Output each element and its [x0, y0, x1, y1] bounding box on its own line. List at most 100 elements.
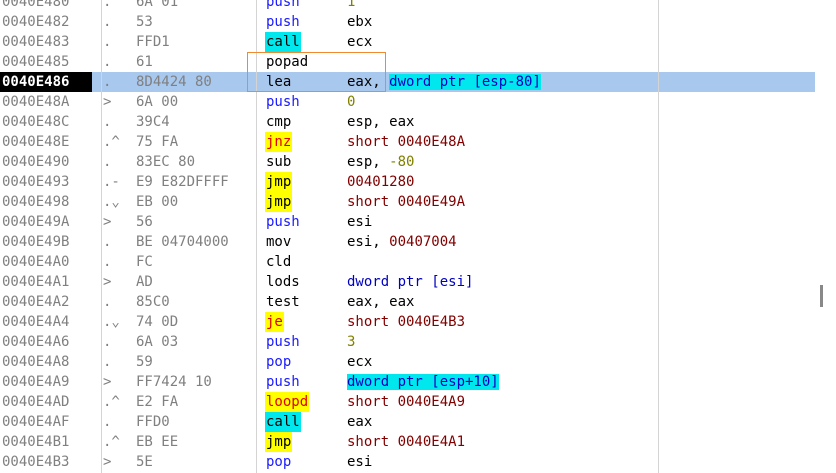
disassembly-listing[interactable]: 0040E480. 6A 01 push 1 0040E482. 53 push ebx 004… [0, 0, 815, 473]
address-cell: 0040E48A [2, 94, 70, 110]
jump-marker: .⌄ [103, 314, 120, 330]
operand-cell: short 0040E4A9 [346, 392, 466, 412]
column-divider [101, 0, 102, 473]
jump-marker: . [103, 354, 112, 370]
instruction-row[interactable]: 0040E490. 83EC 80 sub esp, -80 [0, 152, 815, 172]
instruction-row[interactable]: 0040E493 .- E9 E82DFFFF jmp 00401280 [0, 172, 815, 192]
instruction-row[interactable]: 0040E4A8. 59 pop ecx [0, 352, 815, 372]
operand-cell: short 0040E48A [346, 132, 466, 152]
operand-cell: short 0040E4B3 [346, 312, 466, 332]
address-cell: 0040E4B3 [2, 454, 70, 470]
hex-bytes-cell: 75 FA [136, 134, 179, 150]
address-cell: 0040E4A4 [2, 314, 70, 330]
mnemonic-cell: mov [266, 234, 292, 250]
jump-marker: .⌄ [103, 194, 120, 210]
mnemonic-cell: cmp [266, 114, 292, 130]
mnemonic-cell: call [265, 412, 301, 432]
address-cell: 0040E4A0 [2, 254, 70, 270]
operand-cell [346, 52, 348, 72]
address-cell: 0040E49B [2, 234, 70, 250]
jump-marker: .^ [103, 434, 120, 450]
operand-cell: esp, -80 [346, 152, 415, 172]
instruction-row[interactable]: 0040E485. 61 popad [0, 52, 815, 72]
mnemonic-cell: jmp [265, 432, 293, 452]
instruction-row[interactable]: 0040E482. 53 push ebx [0, 12, 815, 32]
hex-bytes-cell: EB 00 [136, 194, 179, 210]
address-cell: 0040E4B1 [2, 434, 70, 450]
instruction-row[interactable]: 0040E4A9 > FF7424 10 push dword ptr [esp+10] [0, 372, 815, 392]
operand-text: short 0040E48A [347, 134, 466, 150]
instruction-row[interactable]: 0040E48C. 39C4 cmp esp, eax [0, 112, 815, 132]
hex-bytes-cell: 85C0 [136, 294, 170, 310]
operand-text: esp, [347, 154, 390, 170]
mnemonic-cell: push [266, 14, 300, 30]
jump-marker: . [103, 234, 112, 250]
operand-secondary: dword ptr [esp+10] [347, 374, 499, 390]
operand-cell: dword ptr [esp+10] [346, 372, 500, 392]
mnemonic-cell: je [265, 312, 284, 332]
vertical-scrollbar[interactable] [815, 0, 836, 473]
instruction-row[interactable]: 0040E4A6. 6A 03 push 3 [0, 332, 815, 352]
operand-cell: esp, eax [346, 112, 415, 132]
hex-bytes-cell: E2 FA [136, 394, 179, 410]
hex-bytes-cell: E9 E82DFFFF [136, 174, 229, 190]
instruction-row[interactable]: 0040E4AD .^ E2 FA loopd short 0040E4A9 [0, 392, 815, 412]
operand-cell: eax [346, 412, 373, 432]
instruction-row[interactable]: 0040E4B3 >5E pop esi [0, 452, 815, 472]
jump-marker: . [103, 294, 112, 310]
hex-bytes-cell: 39C4 [136, 114, 170, 130]
mnemonic-cell: push [266, 94, 300, 110]
address-cell: 0040E490 [2, 154, 70, 170]
operand-secondary: dword ptr [esp-80] [389, 74, 541, 90]
jump-marker: . [103, 14, 112, 30]
hex-bytes-cell: EB EE [136, 434, 179, 450]
operand-text: short 0040E4A9 [347, 394, 466, 410]
mnemonic-cell: jmp [265, 192, 293, 212]
mnemonic-cell: loopd [265, 392, 310, 412]
instruction-row[interactable]: 0040E486. 8D4424 80 lea eax, dword ptr [esp… [0, 72, 815, 92]
hex-bytes-cell: BE 04704000 [136, 234, 229, 250]
instruction-row[interactable]: 0040E4B1 .^ EB EE jmp short 0040E4A1 [0, 432, 815, 452]
mnemonic-cell: push [266, 374, 300, 390]
instruction-row[interactable]: 0040E48A >6A 00 push 0 [0, 92, 815, 112]
jump-marker: . [103, 34, 112, 50]
scrollbar-thumb[interactable] [820, 285, 823, 307]
operand-secondary: -80 [389, 154, 415, 170]
instruction-row[interactable]: 0040E4AF. FFD0 call eax [0, 412, 815, 432]
hex-bytes-cell: FC [136, 254, 153, 270]
operand-cell: dword ptr [esi] [346, 272, 474, 292]
operand-cell: ecx [346, 32, 373, 52]
jump-marker: .^ [103, 134, 120, 150]
address-cell: 0040E4AD [2, 394, 70, 410]
operand-text: short 0040E49A [347, 194, 466, 210]
jump-marker: . [103, 0, 112, 10]
instruction-row[interactable]: 0040E480. 6A 01 push 1 [0, 0, 815, 12]
address-cell: 0040E4A2 [2, 294, 70, 310]
instruction-row[interactable]: 0040E483. FFD1 call ecx [0, 32, 815, 52]
address-cell: 0040E480 [2, 0, 70, 10]
operand-text: eax, eax [347, 294, 415, 310]
hex-bytes-cell: FFD1 [136, 34, 170, 50]
instruction-row[interactable]: 0040E498 .⌄ EB 00 jmp short 0040E49A [0, 192, 815, 212]
instruction-row[interactable]: 0040E49A >56 push esi [0, 212, 815, 232]
mnemonic-cell: pop [266, 354, 292, 370]
operand-text: esp, eax [347, 114, 415, 130]
address-cell: 0040E486 [0, 72, 92, 92]
jump-marker: . [103, 74, 112, 90]
jump-marker: > [103, 214, 112, 230]
instruction-row[interactable]: 0040E4A1 > AD lods dword ptr [esi] [0, 272, 815, 292]
operand-cell: esi [346, 452, 373, 472]
mnemonic-cell: test [266, 294, 300, 310]
mnemonic-cell: call [265, 32, 301, 52]
instruction-row[interactable]: 0040E4A2. 85C0 test eax, eax [0, 292, 815, 312]
instruction-row[interactable]: 0040E48E .^ 75 FA jnz short 0040E48A [0, 132, 815, 152]
operand-text: dword ptr [esi] [347, 274, 474, 290]
instruction-row[interactable]: 0040E4A0. FC cld [0, 252, 815, 272]
mnemonic-cell: lea [266, 74, 292, 90]
instruction-row[interactable]: 0040E49B. BE 04704000 mov esi, 00407004 [0, 232, 815, 252]
jump-marker: . [103, 154, 112, 170]
operand-text: 00401280 [347, 174, 415, 190]
instruction-row[interactable]: 0040E4A4 .⌄ 74 0D je short 0040E4B3 [0, 312, 815, 332]
address-cell: 0040E48C [2, 114, 70, 130]
jump-marker: . [103, 414, 112, 430]
